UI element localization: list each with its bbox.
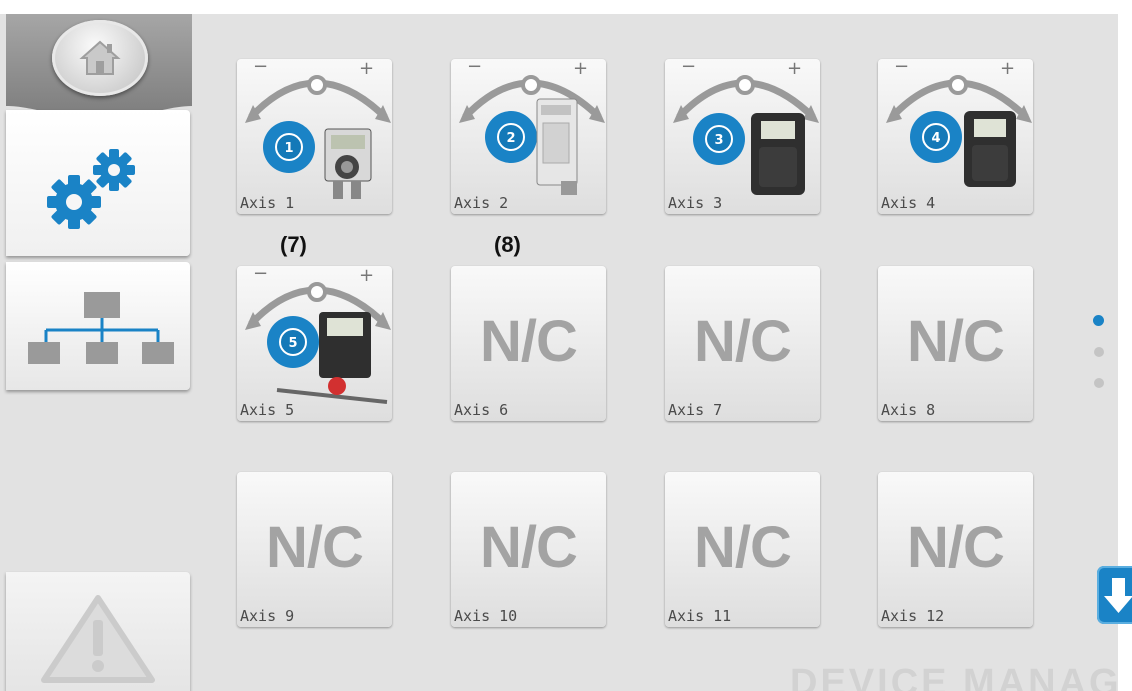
network-tree-icon: [28, 292, 174, 364]
annotation-8: (8): [494, 232, 521, 257]
axis-tile-11[interactable]: N/C Axis 11: [665, 472, 820, 627]
axis-1-device-icon: − + 1: [245, 59, 391, 199]
axis-tile-6[interactable]: N/C Axis 6: [451, 266, 606, 421]
not-connected-text: N/C: [266, 515, 364, 580]
svg-text:−: −: [253, 59, 268, 77]
svg-text:2: 2: [506, 131, 515, 146]
not-connected-text: N/C: [480, 515, 578, 580]
axis-tile-3[interactable]: − + 3 Axis 3: [665, 59, 820, 214]
svg-text:+: +: [359, 59, 374, 79]
device-manager-screen: − + 1 Axis 1 − + 2 Axis 2 − + 3 Axis 3 −…: [0, 14, 1118, 691]
axis-tile-7[interactable]: N/C Axis 7: [665, 266, 820, 421]
not-connected-text: N/C: [907, 515, 1005, 580]
network-button[interactable]: [6, 262, 190, 390]
not-connected-text: N/C: [480, 309, 578, 374]
svg-text:+: +: [573, 59, 588, 79]
axis-label: Axis 10: [454, 607, 518, 625]
arrow-down-icon: [1104, 578, 1132, 613]
axis-label: Axis 7: [668, 401, 723, 419]
settings-button[interactable]: [6, 110, 190, 256]
svg-text:−: −: [894, 59, 909, 77]
annotation-7: (7): [280, 232, 307, 257]
axis-label: Axis 11: [668, 607, 732, 625]
axis-label: Axis 3: [668, 194, 723, 212]
not-connected-text: N/C: [694, 515, 792, 580]
axis-label: Axis 1: [240, 194, 295, 212]
home-icon: [79, 40, 121, 75]
axis-label: Axis 5: [240, 401, 295, 419]
svg-text:5: 5: [288, 336, 297, 351]
gears-icon: [47, 149, 135, 229]
home-button[interactable]: [52, 20, 148, 96]
axis-tile-9[interactable]: N/C Axis 9: [237, 472, 392, 627]
axis-label: Axis 6: [454, 401, 509, 419]
axis-tile-4[interactable]: − + 4 Axis 4: [878, 59, 1033, 214]
axis-tile-2[interactable]: − + 2 Axis 2: [451, 59, 606, 214]
axis-3-device-icon: − + 3: [673, 59, 819, 195]
svg-text:+: +: [359, 266, 374, 286]
svg-text:−: −: [467, 59, 482, 77]
svg-text:1: 1: [284, 141, 293, 156]
scroll-down-button[interactable]: [1097, 566, 1132, 624]
axis-5-device-icon: − + 5: [245, 266, 391, 404]
svg-text:3: 3: [714, 133, 723, 148]
warning-icon: [41, 595, 155, 683]
home-header: [6, 14, 192, 118]
axis-label: Axis 8: [881, 401, 936, 419]
page-dot-1-active[interactable]: [1093, 315, 1104, 326]
footer-title: DEVICE MANAGER: [790, 662, 1118, 691]
svg-text:−: −: [681, 59, 696, 77]
not-connected-text: N/C: [694, 309, 792, 374]
axis-label: Axis 4: [881, 194, 936, 212]
axis-tile-12[interactable]: N/C Axis 12: [878, 472, 1033, 627]
page-dot-2[interactable]: [1094, 347, 1104, 357]
axis-tile-8[interactable]: N/C Axis 8: [878, 266, 1033, 421]
page-dot-3[interactable]: [1094, 378, 1104, 388]
axis-label: Axis 2: [454, 194, 509, 212]
axis-tile-10[interactable]: N/C Axis 10: [451, 472, 606, 627]
svg-text:+: +: [787, 59, 802, 79]
axis-4-device-icon: − + 4: [886, 59, 1032, 187]
svg-text:4: 4: [931, 131, 940, 146]
warning-button[interactable]: [6, 572, 190, 691]
axis-label: Axis 12: [881, 607, 945, 625]
axis-tile-1[interactable]: − + 1 Axis 1: [237, 59, 392, 214]
svg-text:−: −: [253, 266, 268, 284]
axis-tile-5[interactable]: − + 5 Axis 5: [237, 266, 392, 421]
axis-2-device-icon: − + 2: [459, 59, 605, 195]
axis-label: Axis 9: [240, 607, 295, 625]
svg-text:+: +: [1000, 59, 1015, 79]
not-connected-text: N/C: [907, 309, 1005, 374]
